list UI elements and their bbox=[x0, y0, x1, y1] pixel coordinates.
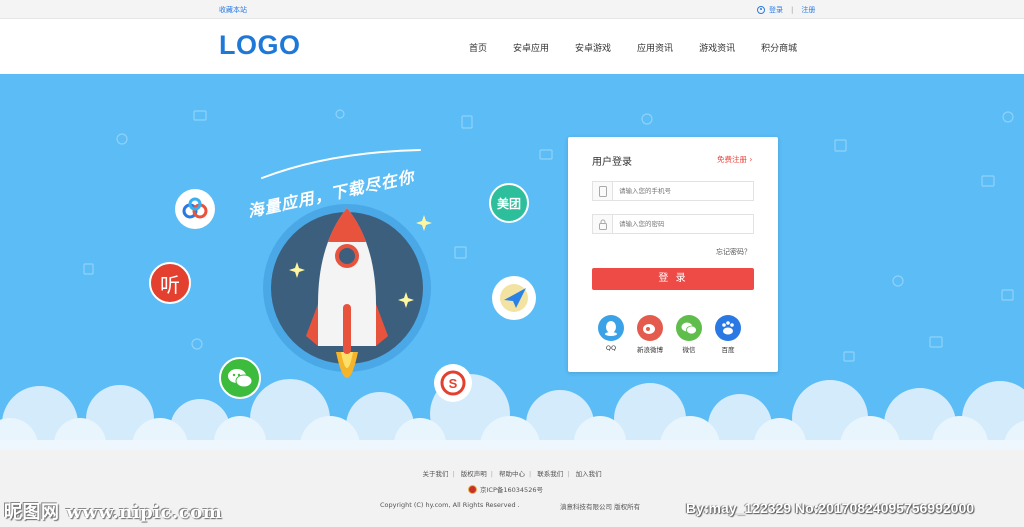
main-nav: 首页 安卓应用 安卓游戏 应用资讯 游戏资讯 积分商城 bbox=[456, 41, 810, 54]
divider: | bbox=[567, 470, 570, 478]
free-register-link[interactable]: 免费注册 › bbox=[717, 154, 752, 165]
divider: | bbox=[791, 6, 794, 14]
police-badge-icon bbox=[468, 484, 477, 494]
password-input[interactable] bbox=[613, 216, 753, 232]
footer-links: 关于我们 | 版权声明 | 帮助中心 | 联系我们 | 加入我们 bbox=[0, 468, 1024, 478]
nav-item-game-news[interactable]: 游戏资讯 bbox=[699, 41, 735, 54]
wechat-login-button[interactable]: 微信 bbox=[669, 315, 709, 354]
top-auth-links: 登录 | 注册 bbox=[757, 5, 815, 15]
login-title: 用户登录 bbox=[592, 157, 632, 168]
divider: | bbox=[452, 470, 455, 478]
phone-field bbox=[592, 181, 754, 201]
qq-label: QQ bbox=[605, 344, 617, 352]
nav-item-app-news[interactable]: 应用资讯 bbox=[637, 41, 673, 54]
login-button[interactable]: 登 录 bbox=[592, 268, 754, 290]
sohu-video-icon: S bbox=[434, 364, 472, 402]
icp-record: 京ICP备16034526号 bbox=[468, 484, 543, 494]
logo[interactable]: LOGO bbox=[219, 30, 301, 61]
nipic-watermark-left: 昵图网 www.nipic.com bbox=[4, 502, 223, 523]
footer-link-copyright[interactable]: 版权声明 bbox=[461, 470, 487, 478]
footer-link-join[interactable]: 加入我们 bbox=[576, 470, 602, 478]
qq-login-button[interactable]: QQ bbox=[591, 315, 631, 352]
phone-input[interactable] bbox=[613, 183, 753, 199]
top-bar: 收藏本站 登录 | 注册 bbox=[0, 0, 1024, 19]
meituan-icon: 美团 bbox=[489, 183, 529, 223]
copyright-text: Copyright (C) hy.com, All Rights Reserve… bbox=[380, 501, 520, 509]
forgot-password-link[interactable]: 忘记密码？ bbox=[716, 247, 751, 257]
password-field bbox=[592, 214, 754, 234]
bookmark-link[interactable]: 收藏本站 bbox=[219, 5, 247, 15]
weibo-icon bbox=[637, 315, 663, 341]
svg-text:S: S bbox=[449, 376, 458, 391]
top-register-link[interactable]: 注册 bbox=[801, 5, 815, 15]
top-login-link[interactable]: 登录 bbox=[769, 5, 783, 15]
nav-item-android-apps[interactable]: 安卓应用 bbox=[513, 41, 549, 54]
footer-link-about[interactable]: 关于我们 bbox=[422, 470, 448, 478]
footer-link-help[interactable]: 帮助中心 bbox=[499, 470, 525, 478]
wechat-app-icon bbox=[219, 357, 261, 399]
login-card: 用户登录 免费注册 › 忘记密码？ 登 录 QQ 新浪微博 微信 百度 bbox=[568, 137, 778, 372]
nav-item-points-mall[interactable]: 积分商城 bbox=[761, 41, 797, 54]
weibo-login-button[interactable]: 新浪微博 bbox=[630, 315, 670, 354]
baidu-login-button[interactable]: 百度 bbox=[708, 315, 748, 354]
hero-banner: 海量应用，下载尽在你 听 美团 S bbox=[0, 74, 1024, 450]
nav-item-home[interactable]: 首页 bbox=[469, 41, 487, 54]
header: LOGO 首页 安卓应用 安卓游戏 应用资讯 游戏资讯 积分商城 bbox=[0, 19, 1024, 74]
nav-item-android-games[interactable]: 安卓游戏 bbox=[575, 41, 611, 54]
ximalaya-ting-icon: 听 bbox=[149, 262, 191, 304]
gaode-map-icon bbox=[492, 276, 536, 320]
divider: | bbox=[529, 470, 532, 478]
company-text: 滇意科技有限公司 版权所有 bbox=[560, 503, 641, 511]
hero-illustration bbox=[0, 109, 1024, 450]
background-decor-icons bbox=[83, 109, 1014, 362]
wechat-icon bbox=[676, 315, 702, 341]
qq-icon bbox=[598, 315, 624, 341]
baidu-netdisk-icon bbox=[175, 189, 215, 229]
baidu-icon bbox=[715, 315, 741, 341]
phone-icon bbox=[593, 182, 613, 200]
user-icon bbox=[757, 6, 765, 14]
icp-number[interactable]: 京ICP备16034526号 bbox=[480, 484, 543, 494]
divider: | bbox=[490, 470, 493, 478]
nipic-watermark-right: By:may_122329 No:20170824095756992000 bbox=[686, 500, 975, 516]
weibo-label: 新浪微博 bbox=[637, 346, 663, 354]
baidu-label: 百度 bbox=[721, 346, 735, 354]
lock-icon bbox=[593, 215, 613, 233]
footer-link-contact[interactable]: 联系我们 bbox=[537, 470, 563, 478]
wechat-label: 微信 bbox=[682, 346, 696, 354]
